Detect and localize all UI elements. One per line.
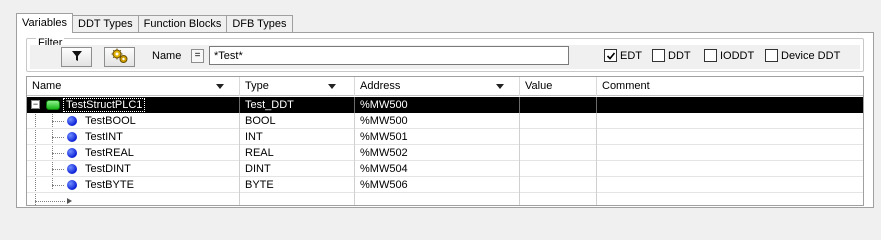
name-filter-label: Name xyxy=(152,50,182,62)
new-variable-row[interactable] xyxy=(27,193,863,205)
cell-type: INT xyxy=(240,129,355,145)
cell-value[interactable] xyxy=(520,129,597,145)
table-row[interactable]: TestDINT DINT %MW504 xyxy=(27,161,863,177)
ioddt-checkbox[interactable]: IODDT xyxy=(704,49,754,62)
cell-comment[interactable] xyxy=(597,145,863,161)
cell-value[interactable] xyxy=(520,145,597,161)
cell-type: DINT xyxy=(240,161,355,177)
column-dropdown-icon[interactable] xyxy=(496,84,504,89)
cell-comment[interactable] xyxy=(597,129,863,145)
elementary-variable-icon xyxy=(67,148,77,158)
edt-checkbox[interactable]: EDT xyxy=(604,49,642,62)
checkbox-box[interactable] xyxy=(652,49,665,62)
grid-header: Name Type Address Value Comment xyxy=(27,77,863,96)
cell-name: TestBOOL xyxy=(27,113,240,129)
cell-address: %MW500 xyxy=(355,97,520,113)
checkbox-box[interactable] xyxy=(765,49,778,62)
cell-type: REAL xyxy=(240,145,355,161)
tab-bar: Variables DDT Types Function Blocks DFB … xyxy=(16,13,293,33)
elementary-variable-icon xyxy=(67,132,77,142)
edt-checkbox-label: EDT xyxy=(620,49,642,62)
name-filter-input[interactable] xyxy=(209,46,569,65)
tab-ddt-types[interactable]: DDT Types xyxy=(72,15,139,33)
device-ddt-checkbox[interactable]: Device DDT xyxy=(765,49,840,62)
funnel-icon xyxy=(71,50,83,65)
cell-comment[interactable] xyxy=(597,113,863,129)
filter-groupbox: Filter Name = *Test* EDT DDT IODDT Devic… xyxy=(26,38,864,72)
tab-function-blocks[interactable]: Function Blocks xyxy=(137,15,228,33)
tab-dfb-types[interactable]: DFB Types xyxy=(226,15,293,33)
column-header-comment[interactable]: Comment xyxy=(597,77,863,96)
column-dropdown-icon[interactable] xyxy=(328,84,336,89)
table-row[interactable]: TestBOOL BOOL %MW500 xyxy=(27,113,863,129)
cell-address: %MW506 xyxy=(355,177,520,193)
column-header-value[interactable]: Value xyxy=(520,77,597,96)
cell-type: BOOL xyxy=(240,113,355,129)
cell-value[interactable] xyxy=(520,97,597,113)
table-row-root[interactable]: − TestStructPLC1 Test_DDT %MW500 xyxy=(27,97,863,113)
cell-comment[interactable] xyxy=(597,193,863,205)
cell-name: TestDINT xyxy=(27,161,240,177)
tab-variables[interactable]: Variables xyxy=(16,13,74,33)
column-header-address-label: Address xyxy=(360,80,401,92)
cell-name: TestINT xyxy=(27,129,240,145)
table-row[interactable]: TestBYTE BYTE %MW506 xyxy=(27,177,863,193)
cell-comment[interactable] xyxy=(597,97,863,113)
cell-value[interactable] xyxy=(520,161,597,177)
cell-address[interactable] xyxy=(355,193,520,205)
column-dropdown-icon[interactable] xyxy=(216,84,224,89)
column-header-name-label: Name xyxy=(32,80,62,92)
variable-name: TestDINT xyxy=(85,163,131,175)
variable-name: TestREAL xyxy=(85,147,134,159)
column-header-value-label: Value xyxy=(525,80,553,92)
ddt-checkbox-label: DDT xyxy=(668,49,691,62)
variables-panel: Filter Name = *Test* EDT DDT IODDT Devic… xyxy=(16,32,874,208)
checkbox-box[interactable] xyxy=(704,49,717,62)
elementary-variable-icon xyxy=(67,164,77,174)
ddt-checkbox[interactable]: DDT xyxy=(652,49,691,62)
column-header-address[interactable]: Address xyxy=(355,77,520,96)
column-header-type-label: Type xyxy=(245,80,269,92)
structure-icon xyxy=(46,100,60,110)
variable-name: TestBOOL xyxy=(85,115,136,127)
cell-address: %MW500 xyxy=(355,113,520,129)
variable-name: TestBYTE xyxy=(85,179,134,191)
ioddt-checkbox-label: IODDT xyxy=(720,49,755,62)
column-header-comment-label: Comment xyxy=(602,80,650,92)
cell-address: %MW501 xyxy=(355,129,520,145)
collapse-icon[interactable]: − xyxy=(31,100,40,109)
filter-settings-button[interactable] xyxy=(104,47,135,67)
cell-type: Test_DDT xyxy=(240,97,355,113)
cell-value[interactable] xyxy=(520,113,597,129)
cell-comment[interactable] xyxy=(597,161,863,177)
elementary-variable-icon xyxy=(67,180,77,190)
cell-comment[interactable] xyxy=(597,177,863,193)
root-variable-name[interactable]: TestStructPLC1 xyxy=(63,98,146,112)
cell-name: TestREAL xyxy=(27,145,240,161)
cell-type: BYTE xyxy=(240,177,355,193)
cell-address: %MW504 xyxy=(355,161,520,177)
cell-value[interactable] xyxy=(520,177,597,193)
cell-name: TestBYTE xyxy=(27,177,240,193)
equals-operator-button[interactable]: = xyxy=(191,49,204,63)
variables-grid: Name Type Address Value Comment − TestSt… xyxy=(26,76,864,206)
table-row[interactable]: TestINT INT %MW501 xyxy=(27,129,863,145)
variable-name: TestINT xyxy=(85,131,123,143)
column-header-name[interactable]: Name xyxy=(27,77,240,96)
device-ddt-checkbox-label: Device DDT xyxy=(781,49,841,62)
checkbox-box[interactable] xyxy=(604,49,617,62)
cell-address: %MW502 xyxy=(355,145,520,161)
cell-value[interactable] xyxy=(520,193,597,205)
cell-name: − TestStructPLC1 xyxy=(27,97,240,113)
filter-toolbar: Name = EDT DDT IODDT Device DDT xyxy=(30,45,860,69)
cell-type[interactable] xyxy=(240,193,355,205)
apply-filter-button[interactable] xyxy=(61,47,92,67)
table-row[interactable]: TestREAL REAL %MW502 xyxy=(27,145,863,161)
elementary-variable-icon xyxy=(67,116,77,126)
cell-name[interactable] xyxy=(27,193,240,205)
gears-icon xyxy=(111,48,129,67)
column-header-type[interactable]: Type xyxy=(240,77,355,96)
